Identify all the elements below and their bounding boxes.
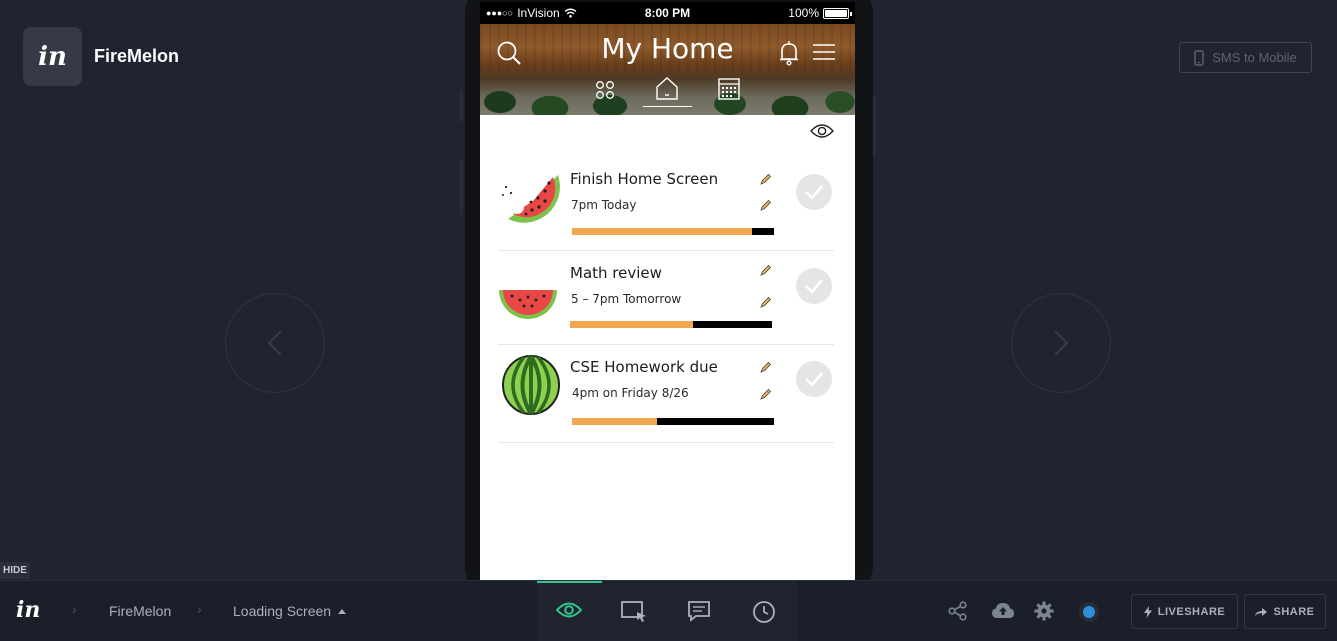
progress-bar <box>572 228 774 235</box>
home-icon[interactable] <box>654 76 680 100</box>
complete-checkbox[interactable] <box>796 268 832 304</box>
list-item[interactable]: CSE Homework due 4pm on Friday 8/26 <box>498 347 834 443</box>
list-item[interactable]: Math review 5 – 7pm Tomorrow <box>498 252 834 348</box>
status-time: 8:00 PM <box>644 6 691 20</box>
history-icon[interactable] <box>752 600 776 624</box>
watermelon-whole-icon <box>502 355 560 415</box>
list-item[interactable]: Finish Home Screen 7pm Today <box>498 157 834 253</box>
invision-logo[interactable]: in <box>23 27 82 86</box>
task-time: 7pm Today <box>571 198 637 212</box>
divider <box>498 344 834 345</box>
lightning-icon <box>1143 605 1152 618</box>
liveshare-label: LIVESHARE <box>1157 605 1226 618</box>
breadcrumb-project[interactable]: FireMelon <box>109 603 171 619</box>
project-badge: in FireMelon <box>23 27 179 86</box>
prototype-screen: ●●●○○ InVision 8:00 PM 100% My Home Fini… <box>480 2 855 580</box>
task-time: 4pm on Friday 8/26 <box>572 386 689 400</box>
watermelon-half-icon <box>499 290 557 319</box>
project-name: FireMelon <box>94 46 180 66</box>
share-arrow-icon <box>1255 607 1268 616</box>
cloud-upload-icon[interactable] <box>991 601 1015 619</box>
share-icon[interactable] <box>948 601 968 621</box>
calendar-icon[interactable] <box>718 78 740 100</box>
next-screen-button[interactable] <box>1011 293 1111 393</box>
wifi-icon <box>564 8 577 18</box>
complete-checkbox[interactable] <box>796 174 832 210</box>
signal-dots-icon: ●●●○○ <box>486 8 514 18</box>
mode-toolbar <box>537 581 797 641</box>
share-label: SHARE <box>1273 605 1315 618</box>
progress-bar <box>572 418 774 425</box>
progress-bar <box>570 321 772 328</box>
breadcrumb-separator-icon: › <box>72 601 77 617</box>
invision-logo[interactable]: in <box>16 597 40 623</box>
status-dot-icon[interactable] <box>1078 601 1100 623</box>
menu-icon[interactable] <box>813 43 835 61</box>
ios-status-bar: ●●●○○ InVision 8:00 PM 100% <box>480 2 855 24</box>
edit-pencil-icon[interactable] <box>760 173 772 185</box>
divider <box>498 250 834 251</box>
sms-to-mobile-button[interactable]: SMS to Mobile <box>1179 42 1312 73</box>
task-title: Finish Home Screen <box>570 170 719 188</box>
mobile-icon <box>1194 49 1204 66</box>
watermelon-slice-bitten-icon <box>502 175 560 223</box>
carrier-name: InVision <box>517 6 560 20</box>
sms-button-label: SMS to Mobile <box>1212 50 1297 65</box>
inspect-icon[interactable] <box>621 600 647 622</box>
checkmark-icon <box>805 279 823 294</box>
complete-checkbox[interactable] <box>796 361 832 397</box>
bottom-toolbar: in › FireMelon › Loading Screen LIVESHAR… <box>0 580 1337 641</box>
chevron-left-icon <box>267 330 282 356</box>
apps-icon[interactable] <box>595 80 615 100</box>
liveshare-button[interactable]: LIVESHARE <box>1131 594 1238 629</box>
checkmark-icon <box>805 185 823 200</box>
share-button[interactable]: SHARE <box>1244 594 1326 629</box>
settings-icon[interactable] <box>1034 601 1054 621</box>
phone-button <box>873 95 876 155</box>
comment-icon[interactable] <box>687 600 711 622</box>
divider <box>498 442 834 443</box>
search-icon[interactable] <box>496 40 522 66</box>
task-title: CSE Homework due <box>570 358 718 376</box>
breadcrumb-screen[interactable]: Loading Screen <box>233 603 331 619</box>
task-title: Math review <box>570 264 662 282</box>
edit-pencil-icon[interactable] <box>760 296 772 308</box>
edit-pencil-icon[interactable] <box>760 388 772 400</box>
breadcrumb-separator-icon: › <box>197 601 202 617</box>
eye-icon[interactable] <box>810 123 834 139</box>
app-header: My Home <box>480 24 855 115</box>
battery-icon <box>823 7 852 19</box>
previous-screen-button[interactable] <box>225 293 325 393</box>
checkmark-icon <box>805 372 823 387</box>
active-tab-indicator <box>643 106 692 107</box>
edit-pencil-icon[interactable] <box>760 264 772 276</box>
task-time: 5 – 7pm Tomorrow <box>571 292 682 306</box>
active-tool-indicator <box>537 581 602 583</box>
hide-toolbar-button[interactable]: HIDE <box>0 562 30 579</box>
edit-pencil-icon[interactable] <box>760 361 772 373</box>
bell-icon[interactable] <box>778 40 800 66</box>
preview-eye-icon[interactable] <box>556 600 582 620</box>
phone-button <box>460 160 463 215</box>
caret-up-icon[interactable] <box>338 609 346 614</box>
edit-pencil-icon[interactable] <box>760 199 772 211</box>
battery-percent: 100% <box>788 6 819 20</box>
chevron-right-icon <box>1054 330 1069 356</box>
phone-button <box>460 90 463 122</box>
